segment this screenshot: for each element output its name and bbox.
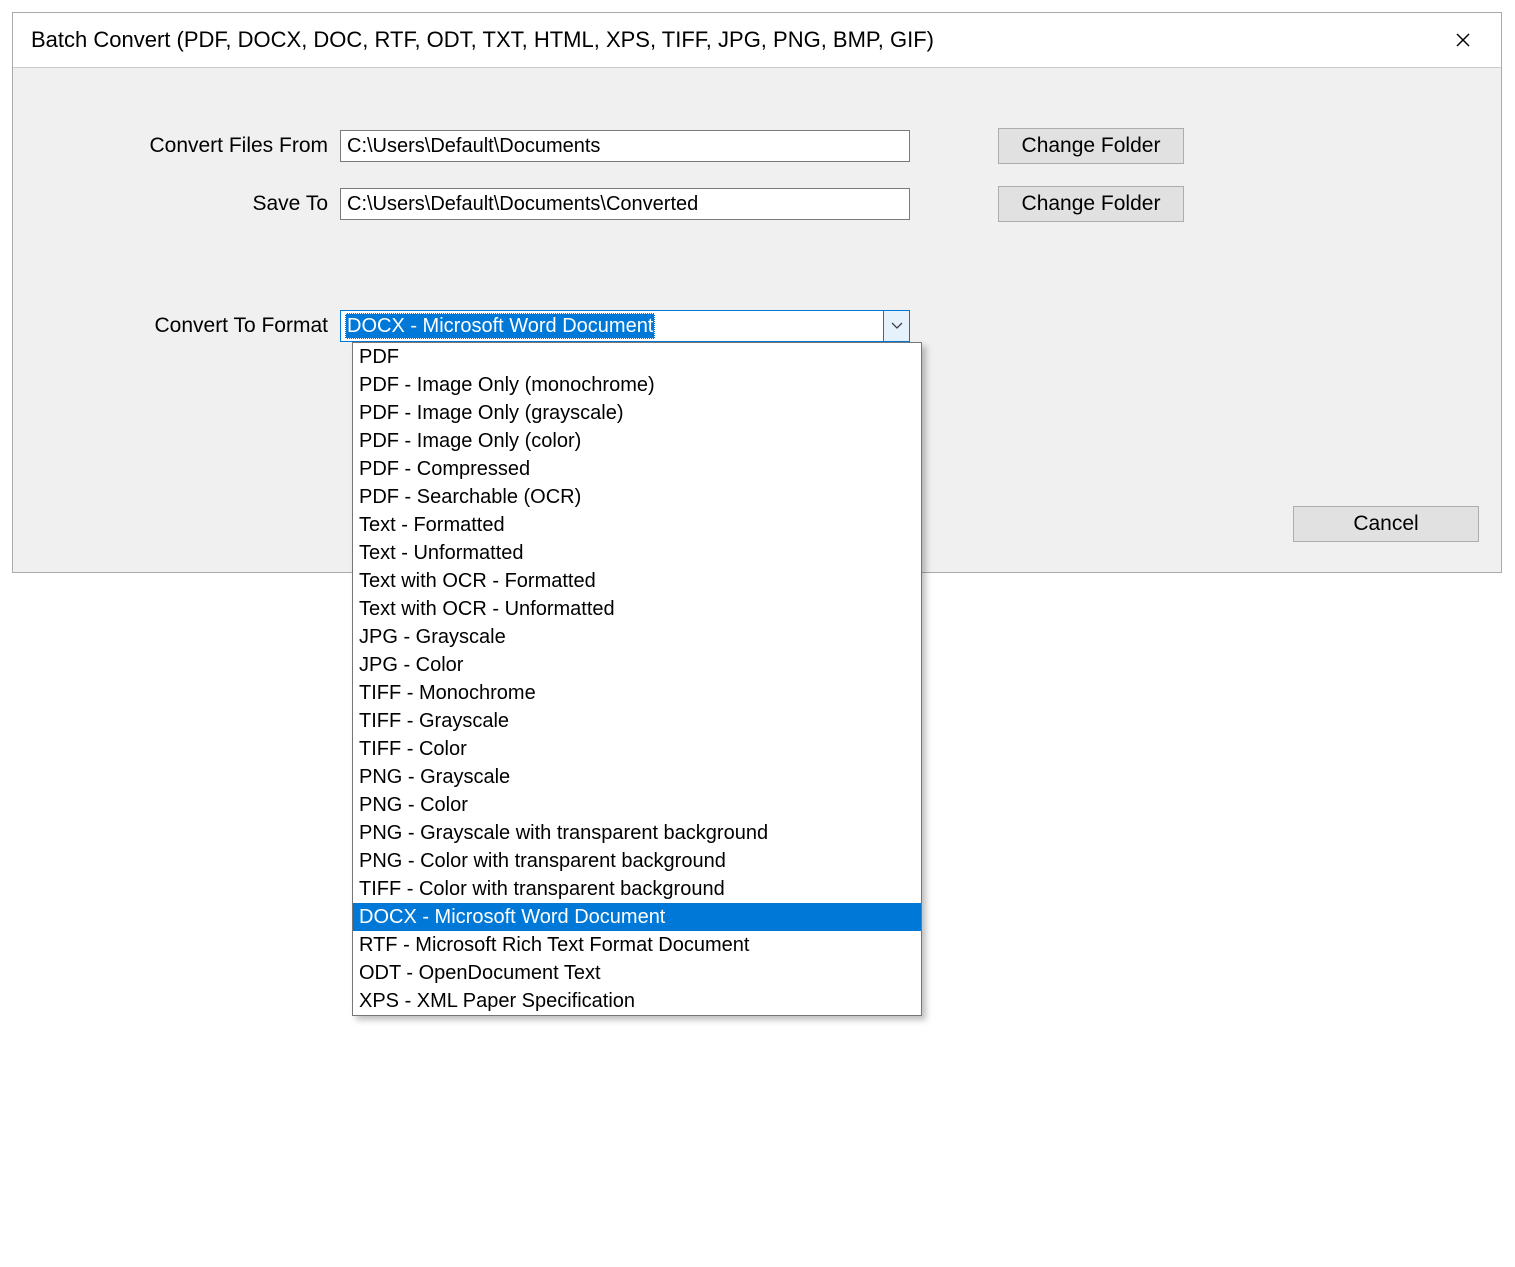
format-option[interactable]: PDF bbox=[353, 343, 921, 371]
batch-convert-dialog: Batch Convert (PDF, DOCX, DOC, RTF, ODT,… bbox=[12, 12, 1502, 573]
format-dropdown-list[interactable]: PDFPDF - Image Only (monochrome)PDF - Im… bbox=[352, 342, 922, 1016]
convert-from-row: Convert Files From Change Folder bbox=[35, 128, 1479, 164]
save-to-input[interactable] bbox=[340, 188, 910, 220]
format-option[interactable]: Text - Formatted bbox=[353, 511, 921, 539]
format-option[interactable]: Text - Unformatted bbox=[353, 539, 921, 567]
convert-to-format-label: Convert To Format bbox=[35, 314, 340, 338]
combobox-selected-text: DOCX - Microsoft Word Document bbox=[345, 313, 655, 339]
format-option[interactable]: PNG - Color with transparent background bbox=[353, 847, 921, 875]
format-option[interactable]: PNG - Grayscale bbox=[353, 763, 921, 791]
combobox-value: DOCX - Microsoft Word Document bbox=[341, 311, 883, 341]
format-option[interactable]: JPG - Color bbox=[353, 651, 921, 679]
close-button[interactable] bbox=[1443, 25, 1483, 55]
format-option[interactable]: RTF - Microsoft Rich Text Format Documen… bbox=[353, 931, 921, 959]
format-combobox[interactable]: DOCX - Microsoft Word Document bbox=[340, 310, 910, 342]
close-icon bbox=[1455, 32, 1471, 48]
format-option[interactable]: ODT - OpenDocument Text bbox=[353, 959, 921, 987]
format-option[interactable]: PDF - Compressed bbox=[353, 455, 921, 483]
convert-from-input[interactable] bbox=[340, 130, 910, 162]
combobox-dropdown-button[interactable] bbox=[883, 311, 909, 341]
format-option[interactable]: PDF - Searchable (OCR) bbox=[353, 483, 921, 511]
change-folder-from-button[interactable]: Change Folder bbox=[998, 128, 1184, 164]
format-option[interactable]: DOCX - Microsoft Word Document bbox=[353, 903, 921, 931]
change-folder-to-button[interactable]: Change Folder bbox=[998, 186, 1184, 222]
window-title: Batch Convert (PDF, DOCX, DOC, RTF, ODT,… bbox=[31, 27, 934, 53]
format-option[interactable]: PDF - Image Only (monochrome) bbox=[353, 371, 921, 399]
save-to-row: Save To Change Folder bbox=[35, 186, 1479, 222]
convert-to-row: Convert To Format DOCX - Microsoft Word … bbox=[35, 310, 1479, 342]
format-option[interactable]: PDF - Image Only (grayscale) bbox=[353, 399, 921, 427]
format-option[interactable]: PNG - Grayscale with transparent backgro… bbox=[353, 819, 921, 847]
format-option[interactable]: Text with OCR - Formatted bbox=[353, 567, 921, 595]
format-option[interactable]: JPG - Grayscale bbox=[353, 623, 921, 651]
cancel-button[interactable]: Cancel bbox=[1293, 506, 1479, 542]
format-option[interactable]: Text with OCR - Unformatted bbox=[353, 595, 921, 623]
format-option[interactable]: TIFF - Monochrome bbox=[353, 679, 921, 707]
format-option[interactable]: TIFF - Grayscale bbox=[353, 707, 921, 735]
dialog-body: Convert Files From Change Folder Save To… bbox=[13, 67, 1501, 572]
format-option[interactable]: XPS - XML Paper Specification bbox=[353, 987, 921, 1015]
format-option[interactable]: TIFF - Color with transparent background bbox=[353, 875, 921, 903]
format-option[interactable]: TIFF - Color bbox=[353, 735, 921, 763]
title-bar: Batch Convert (PDF, DOCX, DOC, RTF, ODT,… bbox=[13, 13, 1501, 67]
save-to-label: Save To bbox=[35, 192, 340, 216]
format-option[interactable]: PNG - Color bbox=[353, 791, 921, 819]
convert-from-label: Convert Files From bbox=[35, 134, 340, 158]
chevron-down-icon bbox=[891, 322, 903, 330]
format-option[interactable]: PDF - Image Only (color) bbox=[353, 427, 921, 455]
